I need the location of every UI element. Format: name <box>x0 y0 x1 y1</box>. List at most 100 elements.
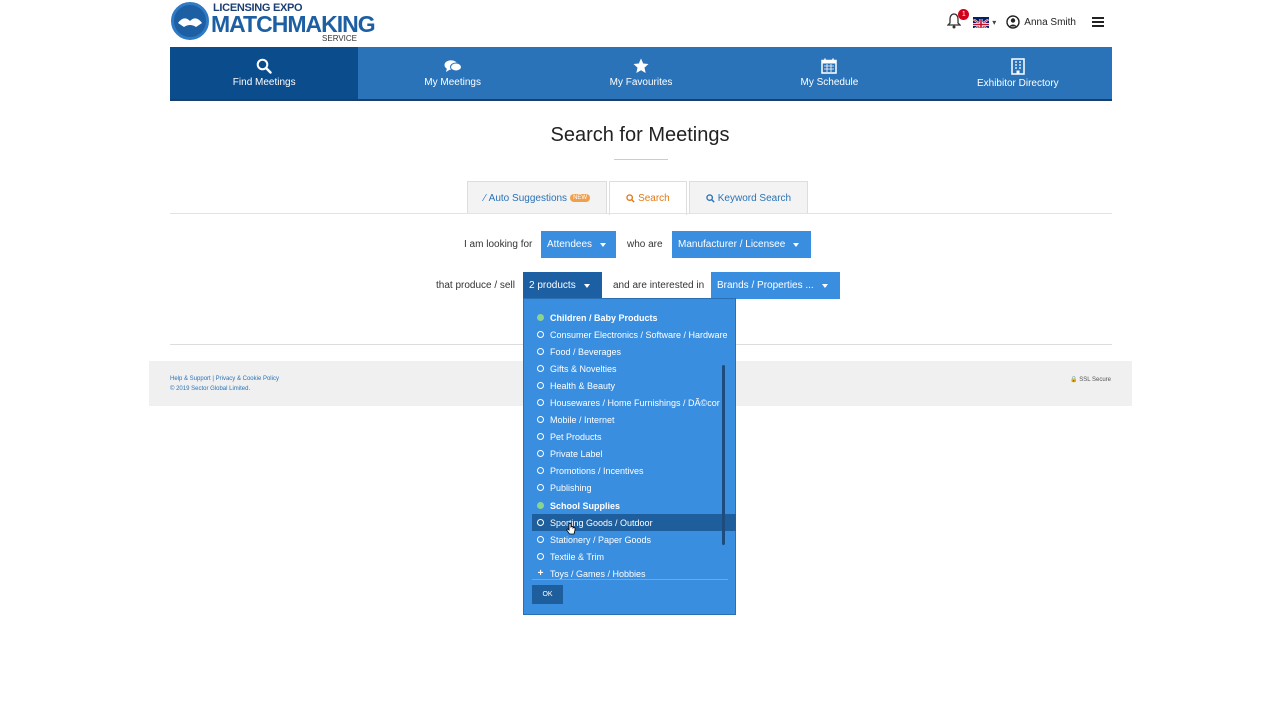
new-badge: NEW <box>570 194 591 202</box>
product-option[interactable]: Textile & Trim <box>524 548 719 565</box>
dropdown-value: Brands / Properties ... <box>717 280 814 291</box>
ssl-secure: 🔒 SSL Secure <box>1070 376 1111 383</box>
nav-label: Find Meetings <box>232 77 296 88</box>
ok-button[interactable]: OK <box>532 585 563 604</box>
user-name: Anna Smith <box>1024 16 1076 28</box>
option-label: Food / Beverages <box>550 346 622 357</box>
empty-circle-icon <box>537 382 544 389</box>
chevron-down-icon: ▾ <box>992 17 997 27</box>
option-label: Stationery / Paper Goods <box>550 534 652 545</box>
product-option[interactable]: Pet Products <box>524 428 719 445</box>
plus-icon: + <box>537 568 544 579</box>
language-selector[interactable]: ▾ <box>973 16 997 28</box>
hand-cursor-icon <box>566 523 576 535</box>
product-option[interactable]: Housewares / Home Furnishings / DÃ©cor <box>524 394 720 411</box>
empty-circle-icon <box>537 450 544 457</box>
empty-circle-icon <box>537 467 544 474</box>
option-label: Gifts & Novelties <box>550 363 617 374</box>
product-option[interactable]: Gifts & Novelties <box>524 360 719 377</box>
user-icon <box>1006 15 1020 29</box>
product-option[interactable]: Stationery / Paper Goods <box>524 531 719 548</box>
caret-down-icon <box>600 242 607 247</box>
product-option[interactable]: Private Label <box>524 445 719 462</box>
caret-down-icon <box>583 283 590 288</box>
page-title: Search for Meetings <box>550 124 730 146</box>
check-circle-icon <box>537 502 544 509</box>
product-option[interactable]: School Supplies <box>524 497 719 514</box>
empty-circle-icon <box>537 536 544 543</box>
topbar-right: 1 ▾ Anna Smith <box>946 9 1104 34</box>
product-option[interactable]: Publishing <box>524 479 719 496</box>
hamburger-icon[interactable] <box>1092 17 1104 27</box>
nav-label: My Favourites <box>609 77 673 88</box>
option-label: Consumer Electronics / Software / Hardwa… <box>550 329 728 340</box>
nav-label: Exhibitor Directory <box>976 77 1059 89</box>
option-label: Health & Beauty <box>550 380 616 391</box>
option-label: Private Label <box>550 448 603 459</box>
title-divider <box>614 159 668 160</box>
tab-auto-suggestions[interactable]: ⁄ Auto Suggestions NEW <box>467 181 608 214</box>
interests-dropdown[interactable]: Brands / Properties ... <box>711 272 840 299</box>
check-circle-icon <box>537 314 544 321</box>
who-are-label: who are <box>627 239 663 250</box>
logo[interactable]: LICENSING EXPO MATCHMAKING SERVICE <box>171 2 376 44</box>
nav-my-schedule[interactable]: My Schedule <box>735 47 923 99</box>
option-label: Children / Baby Products <box>550 312 658 323</box>
nav-find-meetings[interactable]: Find Meetings <box>170 47 359 99</box>
calendar-icon <box>821 58 838 74</box>
tab-label: Search <box>638 193 670 204</box>
wand-icon: ⁄ <box>484 192 486 204</box>
option-label: Mobile / Internet <box>550 414 615 425</box>
option-label: School Supplies <box>550 500 621 511</box>
empty-circle-icon <box>537 348 544 355</box>
bell-icon[interactable]: 1 <box>946 9 970 31</box>
empty-circle-icon <box>537 433 544 440</box>
empty-circle-icon <box>537 553 544 560</box>
nav-my-favourites[interactable]: My Favourites <box>547 47 735 99</box>
empty-circle-icon <box>537 331 544 338</box>
option-label: Toys / Games / Hobbies <box>550 568 646 579</box>
dropdown-scrollbar[interactable] <box>722 365 725 545</box>
search-tabs: ⁄ Auto Suggestions NEW Search Keyword Se… <box>467 181 810 215</box>
tab-label: Keyword Search <box>717 192 792 204</box>
help-support-link[interactable]: Help & Support <box>170 376 211 382</box>
chat-icon <box>444 59 462 72</box>
privacy-policy-link[interactable]: Privacy & Cookie Policy <box>216 376 279 382</box>
tab-search[interactable]: Search <box>609 181 687 215</box>
product-option[interactable]: Sporting Goods / Outdoor <box>532 514 736 531</box>
dropdown-value: 2 products <box>529 280 576 291</box>
tab-keyword-search[interactable]: Keyword Search <box>688 181 809 214</box>
nav-label: My Meetings <box>424 76 481 88</box>
search-icon <box>256 58 272 74</box>
tab-divider <box>170 213 1112 214</box>
empty-circle-icon <box>537 365 544 372</box>
dropdown-value: Attendees <box>547 239 593 250</box>
empty-circle-icon <box>537 416 544 423</box>
footer-links: Help & Support | Privacy & Cookie Policy <box>170 376 279 382</box>
attendees-dropdown[interactable]: Attendees <box>541 231 616 258</box>
product-option[interactable]: Promotions / Incentives <box>524 462 719 479</box>
building-icon <box>1011 57 1025 75</box>
products-dropdown-panel: Children / Baby Products Consumer Electr… <box>523 298 736 615</box>
product-option[interactable]: Mobile / Internet <box>524 411 719 428</box>
search-icon <box>626 194 635 203</box>
product-option[interactable]: Food / Beverages <box>524 343 719 360</box>
user-menu[interactable]: Anna Smith <box>1006 15 1076 29</box>
notification-badge: 1 <box>958 9 970 20</box>
product-option[interactable]: Health & Beauty <box>524 377 719 394</box>
nav-my-meetings[interactable]: My Meetings <box>358 47 546 99</box>
tab-label: Auto Suggestions <box>488 192 568 204</box>
star-icon <box>633 58 649 73</box>
product-option[interactable]: Children / Baby Products <box>524 309 719 326</box>
option-label: Publishing <box>550 482 592 493</box>
nav-exhibitor-directory[interactable]: Exhibitor Directory <box>924 47 1112 99</box>
products-dropdown[interactable]: 2 products <box>523 272 602 299</box>
search-icon <box>706 193 715 203</box>
logo-line3: SERVICE <box>322 34 357 43</box>
panel-divider <box>532 579 728 580</box>
company-type-dropdown[interactable]: Manufacturer / Licensee <box>672 231 811 258</box>
option-label: Pet Products <box>550 431 602 442</box>
lock-icon: 🔒 <box>1070 377 1078 383</box>
product-option[interactable]: Consumer Electronics / Software / Hardwa… <box>524 326 728 343</box>
empty-circle-icon <box>537 484 544 491</box>
